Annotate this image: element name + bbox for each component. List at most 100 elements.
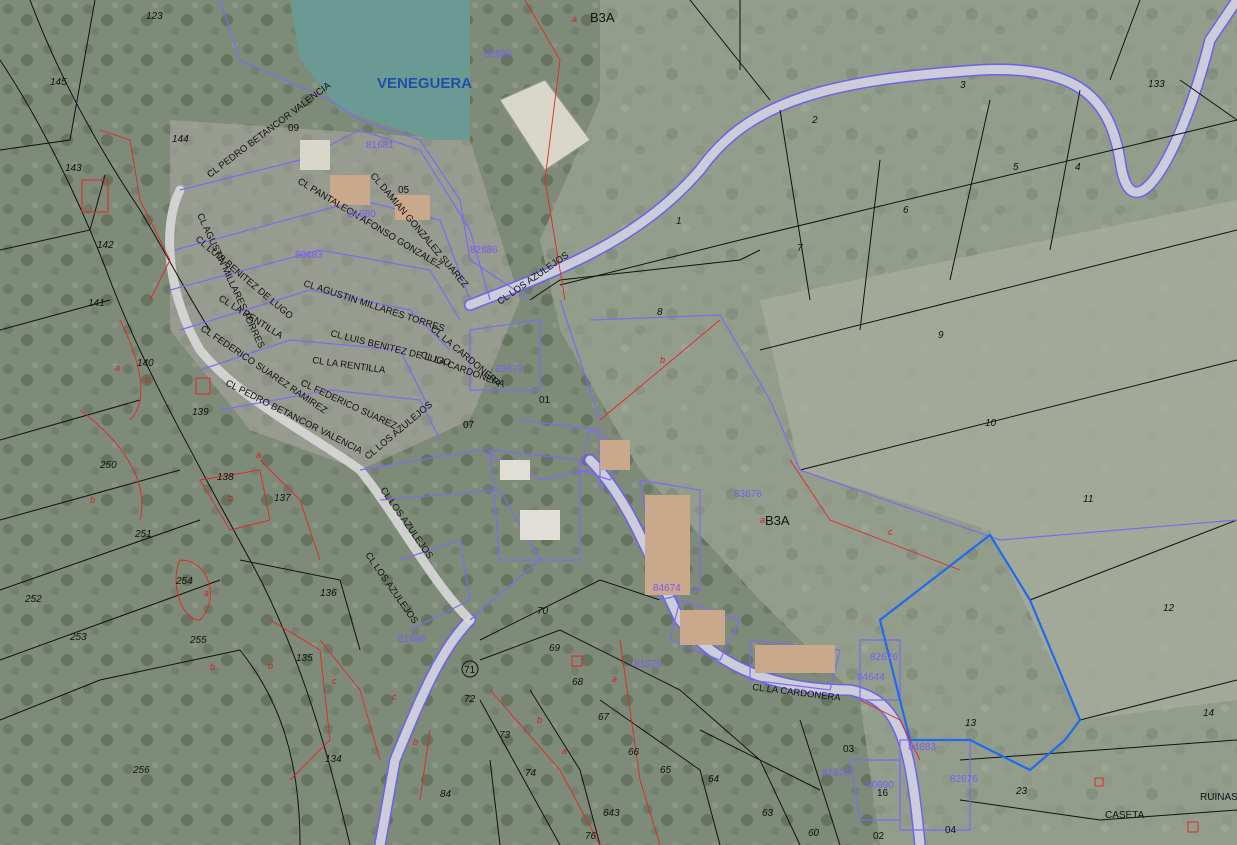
- subparcel-letter: b: [268, 661, 273, 671]
- parcel-number: 03: [843, 744, 855, 755]
- cadastral-ref: 83673: [495, 364, 523, 375]
- landmark-label: CASETA: [1105, 810, 1145, 821]
- parcel-number: 70: [537, 606, 549, 617]
- subparcel-letter: b: [413, 737, 418, 747]
- parcel-number: 60: [808, 828, 820, 839]
- parcel-number: 254: [175, 576, 193, 587]
- parcel-number: 68: [572, 677, 584, 688]
- cadastral-ref: 82686: [470, 245, 498, 256]
- subparcel-letter: b: [537, 715, 542, 725]
- parcel-number: 143: [65, 163, 82, 174]
- parcel-number: 138: [217, 472, 234, 483]
- parcel-number: 67: [598, 712, 610, 723]
- parcel-number: 137: [274, 493, 291, 504]
- parcel-number: 66: [628, 747, 640, 758]
- parcel-number: 5: [1013, 162, 1019, 173]
- subparcel-letter: a: [204, 588, 209, 598]
- parcel-number: 12: [1163, 603, 1175, 614]
- parcel-number: 76: [585, 831, 597, 842]
- parcel-number: 252: [24, 594, 42, 605]
- parcel-number: 01: [539, 395, 551, 406]
- parcel-number: 6: [903, 205, 909, 216]
- parcel-number: 1: [676, 216, 682, 227]
- subparcel-letter: c: [888, 527, 893, 537]
- parcel-number: 07: [463, 420, 475, 431]
- parcel-number: 65: [660, 765, 672, 776]
- zone-label: B3A: [765, 513, 790, 528]
- parcel-number: 256: [132, 765, 150, 776]
- cadastral-ref: 81679: [634, 659, 662, 670]
- parcel-number: 11: [1083, 494, 1093, 505]
- cadastral-ref: 80683: [295, 250, 323, 261]
- parcel-number: 251: [134, 529, 152, 540]
- landmark-label: RUINAS: [1200, 792, 1237, 803]
- parcel-number: 04: [945, 825, 957, 836]
- cadastral-ref: 84674: [653, 583, 681, 594]
- parcel-number: 73: [499, 730, 511, 741]
- subparcel-letter: a: [562, 746, 567, 756]
- parcel-number: 255: [189, 635, 207, 646]
- parcel-number: 139: [192, 407, 209, 418]
- parcel-number: 144: [172, 134, 189, 145]
- cadastral-ref: 82676: [950, 774, 978, 785]
- parcel-number: 253: [69, 632, 87, 643]
- parcel-number: 71: [464, 665, 476, 676]
- terrain-background: [0, 0, 1237, 845]
- parcel-number: 123: [146, 11, 163, 22]
- parcel-number: 7: [797, 243, 803, 254]
- parcel-number: 74: [525, 768, 537, 779]
- cadastral-ref: 80690: [866, 780, 894, 791]
- subparcel-letter: b: [145, 375, 150, 385]
- parcel-number: 10: [985, 418, 997, 429]
- parcel-number: 05: [398, 185, 410, 196]
- subparcel-letter: a: [760, 515, 765, 525]
- parcel-number: 9: [938, 330, 944, 341]
- town-name-label: VENEGUERA: [377, 75, 472, 92]
- subparcel-letter: a: [612, 674, 617, 684]
- cadastral-ref: 82690: [484, 49, 512, 60]
- parcel-number: 250: [99, 460, 117, 471]
- cadastral-ref: 81680: [348, 209, 376, 220]
- subparcel-letter: a: [572, 14, 577, 24]
- cadastral-map[interactable]: VENEGUERA B3A B3A RUINAS CASETA CL PEDRO…: [0, 0, 1237, 845]
- parcel-number: 136: [320, 588, 337, 599]
- parcel-number: 145: [50, 77, 67, 88]
- cadastral-ref: 84644: [857, 672, 885, 683]
- parcel-number: 142: [97, 240, 114, 251]
- subparcel-letter: c: [392, 692, 397, 702]
- parcel-number: 141: [88, 298, 105, 309]
- parcel-number: 64: [708, 774, 720, 785]
- subparcel-letter: b: [90, 495, 95, 505]
- parcel-number: 135: [296, 653, 313, 664]
- parcel-number: 23: [1015, 786, 1028, 797]
- cadastral-ref: 81678: [822, 768, 850, 779]
- parcel-number: 8: [657, 307, 663, 318]
- parcel-number: 2: [811, 115, 818, 126]
- parcel-number: 14: [1203, 708, 1215, 719]
- parcel-number: 13: [965, 718, 977, 729]
- parcel-number: 140: [137, 358, 154, 369]
- parcel-number: 134: [325, 754, 342, 765]
- cadastral-ref: 83676: [734, 489, 762, 500]
- subparcel-letter: b: [228, 493, 233, 503]
- parcel-number: 09: [288, 123, 300, 134]
- cadastral-ref: 81686: [398, 634, 426, 645]
- subparcel-letter: a: [256, 450, 261, 460]
- cadastral-ref: 81681: [366, 140, 394, 151]
- subparcel-letter: b: [210, 662, 215, 672]
- cadastral-ref: 82676: [870, 652, 898, 663]
- parcel-number: 4: [1075, 162, 1081, 173]
- parcel-number: 643: [603, 808, 620, 819]
- parcel-number: 63: [762, 808, 774, 819]
- zone-label: B3A: [590, 10, 615, 25]
- cadastral-ref: 84683: [908, 742, 936, 753]
- subparcel-letter: c: [332, 676, 337, 686]
- subparcel-letter: a: [115, 363, 120, 373]
- parcel-number: 133: [1148, 79, 1165, 90]
- parcel-number: 3: [960, 80, 966, 91]
- subparcel-letter: b: [660, 355, 665, 365]
- parcel-number: 84: [440, 789, 452, 800]
- parcel-number: 72: [464, 694, 476, 705]
- parcel-number: 69: [549, 643, 561, 654]
- parcel-number: 02: [873, 831, 885, 842]
